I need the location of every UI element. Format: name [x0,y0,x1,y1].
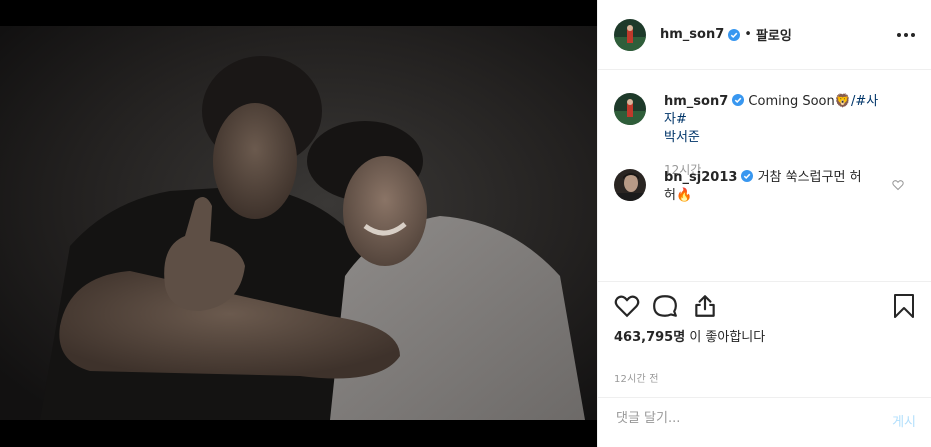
caption-avatar[interactable] [614,93,646,125]
likes-suffix: 이 좋아합니다 [689,330,766,345]
comment-input[interactable] [614,410,858,427]
bookmark-icon[interactable] [892,293,916,319]
comment-bubble-icon[interactable] [652,293,678,319]
instagram-post-view: hm_son7 • 팔로잉 hm_son7 Coming Soon🦁/#사자# … [0,0,931,447]
lion-emoji: 🦁 [834,94,851,109]
add-comment-bar: 게시 [598,397,931,447]
post-timestamp[interactable]: 12시간 전 [614,370,659,385]
fire-emoji: 🔥 [675,188,693,203]
comment-text: 거참 쑥스럽구먼 허 [757,170,862,185]
post-comment-button[interactable]: 게시 [892,411,916,430]
commenter-avatar[interactable] [614,169,646,201]
verified-badge-icon [732,94,745,106]
avatar-image [614,169,646,201]
separator-dot: • [744,27,752,42]
likes-number: 463,795명 [614,330,686,345]
avatar-image [614,18,646,51]
comments-section: hm_son7 Coming Soon🦁/#사자# 박서준 12시간 bn_sj… [598,71,931,281]
post-actions: 463,795명 이 좋아합니다 12시간 전 [598,281,931,398]
author-username[interactable]: hm_son7 [660,27,724,42]
post-header: hm_son7 • 팔로잉 [598,0,931,70]
post-side-panel: hm_son7 • 팔로잉 hm_son7 Coming Soon🦁/#사자# … [597,0,931,447]
avatar-image [614,93,646,125]
caption-body: hm_son7 Coming Soon🦁/#사자# 박서준 12시간 [664,93,889,179]
like-heart-icon[interactable] [614,293,640,319]
caption-username[interactable]: hm_son7 [664,94,728,109]
verified-badge-icon [741,170,754,182]
share-icon[interactable] [692,293,718,319]
caption-text: Coming Soon [748,94,835,109]
likes-count[interactable]: 463,795명 이 좋아합니다 [614,326,765,345]
action-icons [614,293,916,321]
more-options-icon[interactable] [897,32,915,37]
caption-comment: hm_son7 Coming Soon🦁/#사자# 박서준 12시간 [614,93,889,179]
more-dot [904,32,908,37]
more-dot [897,32,901,37]
photo-area [0,0,597,447]
comment-text-cont: 허 [664,188,676,203]
comment-item: bn_sj2013 거참 쑥스럽구먼 허 허🔥 [614,169,889,205]
author-avatar[interactable] [614,18,646,51]
like-comment-heart-icon[interactable] [892,179,904,191]
following-button[interactable]: 팔로잉 [756,25,792,44]
verified-badge-icon [728,28,741,41]
photo-image [0,26,597,420]
post-photo[interactable] [0,26,597,420]
more-dot [911,32,915,37]
comment-username[interactable]: bn_sj2013 [664,170,737,185]
caption-hashtag-name[interactable]: 박서준 [664,130,700,145]
comment-body: bn_sj2013 거참 쑥스럽구먼 허 허🔥 [664,169,889,205]
